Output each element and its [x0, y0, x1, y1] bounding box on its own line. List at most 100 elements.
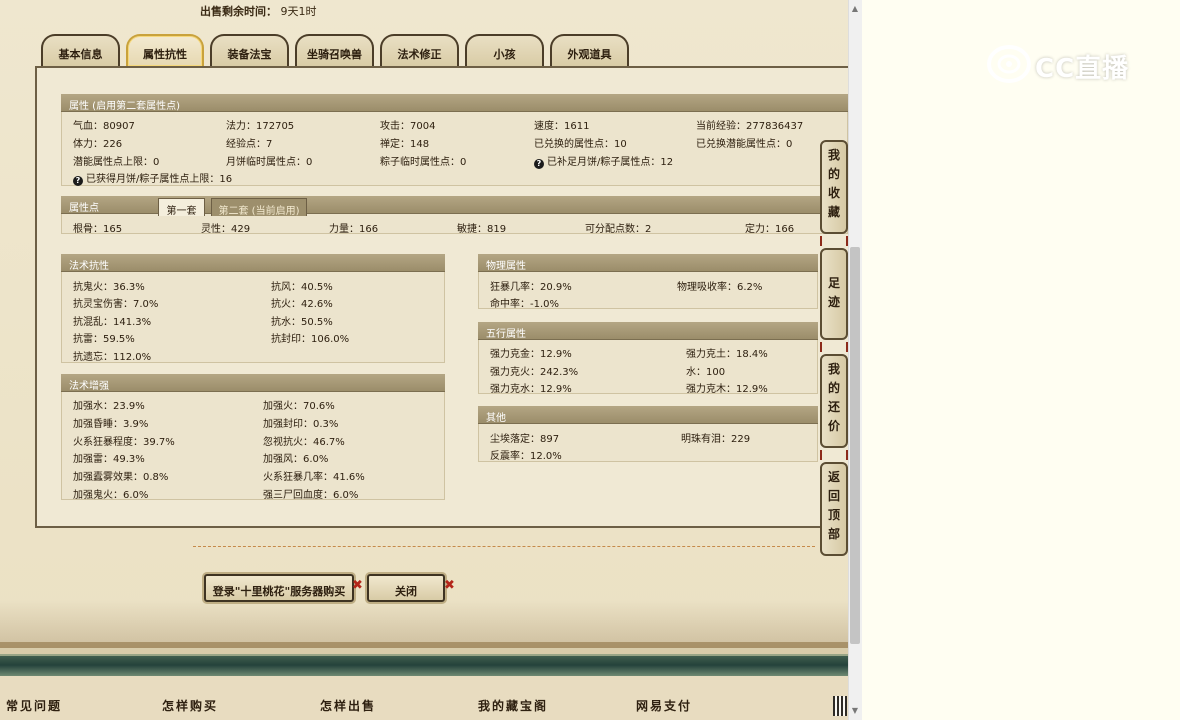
attr-mp: 法力：172705 [226, 121, 295, 132]
qr-code-icon[interactable] [833, 696, 847, 716]
attr-stamina: 体力：226 [73, 139, 123, 150]
footer-link-faq[interactable]: 常见问题 [6, 697, 62, 714]
boost-item: 加强水：23.9% [73, 401, 145, 412]
side-char: 我 [827, 148, 840, 162]
subtab-first-set[interactable]: 第一套 [158, 198, 205, 217]
side-char: 藏 [827, 205, 840, 219]
side-seam [820, 236, 848, 246]
close-x-icon: ✖ [444, 578, 455, 593]
side-char: 的 [827, 167, 840, 181]
element-item: 水：100 [686, 367, 726, 378]
attr-potential-cap: 潜能属性点上限：0 [73, 157, 160, 168]
boost-item: 忽视抗火：46.7% [263, 437, 345, 448]
attr-note: ? 已获得月饼/粽子属性点上限：16 [73, 170, 232, 186]
attr-speed: 速度：1611 [534, 121, 590, 132]
side-char: 足 [827, 276, 840, 290]
boost-item: 火系狂暴程度：39.7% [73, 437, 175, 448]
footer-link-how-to-buy[interactable]: 怎样购买 [162, 697, 218, 714]
tab-basic-info[interactable]: 基本信息 [41, 34, 120, 66]
physical-title: 物理属性 [478, 254, 818, 272]
resist-item: 抗封印：106.0% [271, 334, 350, 345]
sale-remaining-time: 出售剩余时间： 9天1时 [200, 3, 317, 19]
scroll-down-arrow-icon[interactable]: ▼ [848, 702, 862, 720]
physical-item: 命中率：-1.0% [490, 299, 560, 310]
other-item: 明珠有泪：229 [681, 434, 751, 445]
attr-hp: 气血：80907 [73, 121, 135, 132]
help-icon[interactable]: ? [73, 176, 83, 186]
magic-resist-title: 法术抗性 [61, 254, 445, 272]
resist-item: 抗鬼火：36.3% [73, 282, 145, 293]
tab-attributes-resist[interactable]: 属性抗性 [126, 34, 204, 66]
attr-zongzi-temp: 粽子临时属性点：0 [380, 157, 467, 168]
boost-item: 加强封印：0.3% [263, 419, 339, 430]
boost-item: 加强昏睡：3.9% [73, 419, 149, 430]
tab-appearance-items[interactable]: 外观道具 [550, 34, 629, 66]
element-item: 强力克土：18.4% [686, 349, 768, 360]
sale-remaining-value: 9天1时 [280, 5, 317, 18]
other-item: 反震率：12.0% [490, 451, 562, 462]
point-strength: 力量：166 [329, 224, 379, 235]
resist-item: 抗遗忘：112.0% [73, 352, 152, 363]
resist-item: 抗火：42.6% [271, 299, 333, 310]
side-char: 迹 [827, 295, 840, 309]
boost-item: 加强雷：49.3% [73, 454, 145, 465]
five-elements-title: 五行属性 [478, 322, 818, 340]
element-item: 强力克木：12.9% [686, 384, 768, 395]
point-spirit: 灵性：429 [201, 224, 251, 235]
cbg-role-detail-window: 出售剩余时间： 9天1时 基本信息 属性抗性 装备法宝 坐骑召唤兽 法术修正 小… [0, 0, 848, 720]
footer [0, 676, 848, 720]
attr-filled-points-text: 已补足月饼/粽子属性点：12 [547, 157, 674, 168]
scroll-up-arrow-icon[interactable]: ▲ [848, 0, 862, 18]
point-allocatable: 可分配点数：2 [585, 224, 652, 235]
side-char: 我 [827, 362, 840, 376]
my-bargains-button[interactable]: 我 的 还 价 [820, 354, 848, 448]
close-button[interactable]: 关闭 [367, 574, 445, 602]
tab-mounts-pets[interactable]: 坐骑召唤兽 [295, 34, 374, 66]
scrollbar-thumb[interactable] [850, 247, 860, 644]
side-char: 返 [827, 470, 840, 484]
boost-item: 加强风：6.0% [263, 454, 329, 465]
footer-link-netease-pay[interactable]: 网易支付 [636, 697, 692, 714]
boost-item: 加强蠹雾效果：0.8% [73, 472, 169, 483]
my-favorites-button[interactable]: 我 的 收 藏 [820, 140, 848, 234]
side-char: 还 [827, 400, 840, 414]
cc-logo-icon [987, 45, 1031, 83]
attr-meditation: 禅定：148 [380, 139, 430, 150]
close-x-icon: ✖ [352, 578, 363, 593]
element-item: 强力克火：242.3% [490, 367, 579, 378]
element-item: 强力克水：12.9% [490, 384, 572, 395]
attributes-title: 属性 (启用第二套属性点) [61, 94, 848, 112]
attr-exp-points: 经验点：7 [226, 139, 273, 150]
other-title: 其他 [478, 406, 818, 424]
magic-boost-title: 法术增强 [61, 374, 445, 392]
footer-decor-band [0, 654, 848, 676]
side-char: 价 [827, 419, 840, 433]
physical-item: 狂暴几率：20.9% [490, 282, 572, 293]
attr-mooncake-temp: 月饼临时属性点：0 [226, 157, 313, 168]
point-agility: 敏捷：819 [457, 224, 507, 235]
back-to-top-button[interactable]: 返 回 顶 部 [820, 462, 848, 556]
resist-item: 抗混乱：141.3% [73, 317, 152, 328]
stream-watermark: CC直播 [987, 44, 1147, 84]
boost-item: 加强鬼火：6.0% [73, 490, 149, 501]
help-icon[interactable]: ? [534, 159, 544, 169]
physical-item: 物理吸收率：6.2% [677, 282, 763, 293]
attr-exchanged-points: 已兑换的属性点：10 [534, 139, 627, 150]
side-char: 顶 [827, 508, 840, 522]
login-buy-button[interactable]: 登录"十里桃花"服务器购买 [204, 574, 354, 602]
side-char: 回 [827, 489, 840, 503]
other-item: 尘埃落定：897 [490, 434, 560, 445]
tab-equipment[interactable]: 装备法宝 [210, 34, 289, 66]
footprints-button[interactable]: 足 迹 [820, 248, 848, 340]
attr-current-exp: 当前经验：277836437 [696, 121, 804, 132]
element-item: 强力克金：12.9% [490, 349, 572, 360]
subtab-second-set[interactable]: 第二套 (当前启用) [211, 198, 307, 217]
parchment-edge [0, 600, 848, 648]
tab-spell-mods[interactable]: 法术修正 [380, 34, 459, 66]
footer-link-how-to-sell[interactable]: 怎样出售 [320, 697, 376, 714]
footer-link-my-cbg[interactable]: 我的藏宝阁 [478, 697, 548, 714]
point-endurance: 定力：166 [745, 224, 795, 235]
boost-item: 强三尸回血度：6.0% [263, 490, 359, 501]
dotted-divider [193, 546, 815, 547]
tab-children[interactable]: 小孩 [465, 34, 544, 66]
